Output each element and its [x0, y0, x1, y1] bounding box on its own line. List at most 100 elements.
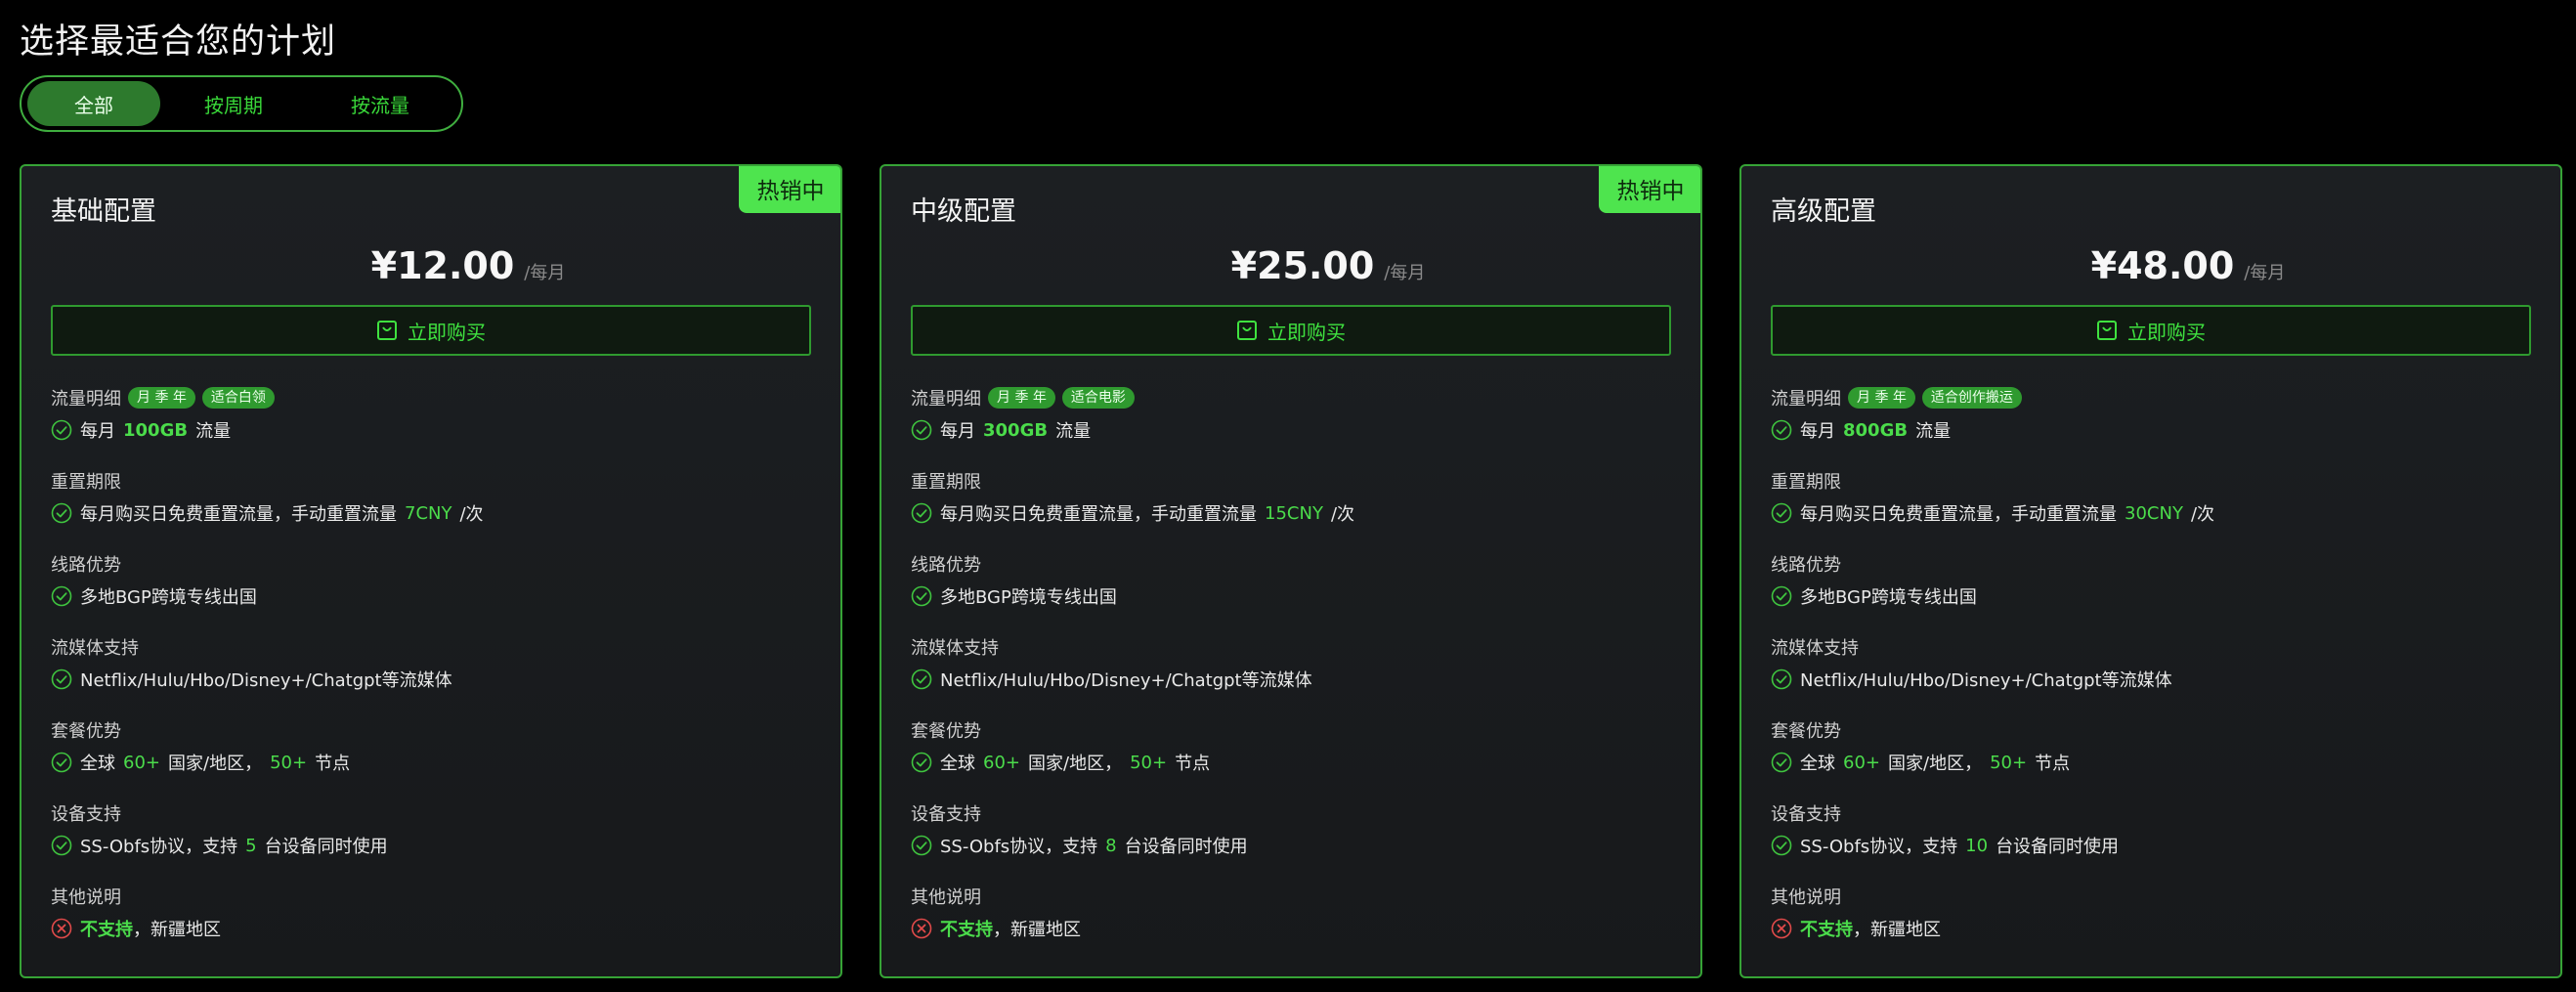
region-count: 60+	[123, 752, 160, 773]
check-circle-icon	[911, 585, 932, 607]
feature-text: ，新疆地区	[993, 920, 1081, 940]
feature-streaming: 流媒体支持 Netflix/Hulu/Hbo/Disney+/Chatgpt等流…	[51, 632, 813, 715]
buy-button[interactable]: 立即购买	[911, 305, 1671, 356]
tab-by-traffic[interactable]: 按流量	[307, 81, 453, 126]
plan-name: 中级配置	[911, 196, 1016, 227]
feature-text: 全球	[80, 754, 115, 774]
feature-traffic: 流量明细 月 季 年 适合白领 每月 100GB 流量	[51, 383, 813, 466]
feature-text: 多地BGP跨境专线出国	[1800, 587, 1977, 608]
check-circle-icon	[51, 752, 72, 773]
feature-route: 线路优势 多地BGP跨境专线出国	[1771, 549, 2533, 632]
feature-text: 台设备同时使用	[1124, 837, 1248, 857]
feature-text: 每月	[1800, 421, 1835, 442]
feature-streaming: 流媒体支持 Netflix/Hulu/Hbo/Disney+/Chatgpt等流…	[1771, 632, 2533, 715]
shopping-bag-icon	[2097, 321, 2117, 340]
feature-other: 其他说明 不支持 ，新疆地区	[911, 882, 1673, 965]
buy-button[interactable]: 立即购买	[1771, 305, 2531, 356]
check-circle-icon	[911, 752, 932, 773]
feature-device: 设备支持 SS-Obfs协议，支持 8 台设备同时使用	[911, 798, 1673, 882]
feature-text: 流量	[1055, 421, 1092, 442]
plan-price: ¥25.00	[1230, 244, 1375, 287]
region-count: 60+	[1843, 752, 1880, 773]
feature-label: 流量明细	[51, 389, 121, 410]
feature-text: ，新疆地区	[133, 920, 221, 940]
feature-reset: 重置期限 每月购买日免费重置流量，手动重置流量 15CNY /次	[911, 466, 1673, 549]
reset-price: 15CNY	[1265, 502, 1323, 524]
plan-filter-tabs: 全部 按周期 按流量	[20, 75, 463, 132]
feature-text: 每月	[80, 421, 115, 442]
feature-label: 其他说明	[1771, 887, 1841, 908]
feature-list: 流量明细 月 季 年 适合电影 每月 300GB 流量 重置期限 每月购买日免费…	[911, 383, 1673, 965]
traffic-amount: 100GB	[123, 419, 189, 441]
not-supported: 不支持	[940, 920, 993, 940]
device-count: 5	[245, 835, 257, 856]
not-supported: 不支持	[80, 920, 133, 940]
feature-package: 套餐优势 全球 60+ 国家/地区， 50+ 节点	[1771, 715, 2533, 798]
feature-label: 设备支持	[1771, 804, 1841, 825]
feature-text: /次	[2190, 504, 2215, 525]
feature-text: 台设备同时使用	[264, 837, 388, 857]
feature-text: 流量	[1915, 421, 1952, 442]
feature-device: 设备支持 SS-Obfs协议，支持 5 台设备同时使用	[51, 798, 813, 882]
use-case-pill: 适合创作搬运	[1921, 387, 2022, 409]
plan-name: 高级配置	[1771, 196, 1876, 227]
node-count: 50+	[1990, 752, 2028, 773]
check-circle-icon	[1771, 669, 1792, 690]
feature-package: 套餐优势 全球 60+ 国家/地区， 50+ 节点	[911, 715, 1673, 798]
feature-text: 国家/地区，	[168, 754, 263, 774]
not-supported: 不支持	[1800, 920, 1853, 940]
feature-reset: 重置期限 每月购买日免费重置流量，手动重置流量 7CNY /次	[51, 466, 813, 549]
region-count: 60+	[983, 752, 1020, 773]
plan-name: 基础配置	[51, 196, 156, 227]
tab-by-period[interactable]: 按周期	[160, 81, 307, 126]
plan-card-0: 热销中 基础配置 ¥12.00 /每月 立即购买 流量明细 月 季 年 适合白领	[20, 164, 842, 978]
feature-text: 多地BGP跨境专线出国	[940, 587, 1117, 608]
plan-card-1: 热销中 中级配置 ¥25.00 /每月 立即购买 流量明细 月 季 年 适合电影	[880, 164, 1702, 978]
feature-text: 多地BGP跨境专线出国	[80, 587, 257, 608]
feature-text: 国家/地区，	[1028, 754, 1123, 774]
check-circle-icon	[1771, 585, 1792, 607]
feature-text: Netflix/Hulu/Hbo/Disney+/Chatgpt等流媒体	[940, 670, 1312, 691]
plan-price: ¥48.00	[2090, 244, 2235, 287]
device-count: 10	[1965, 835, 1989, 856]
check-circle-icon	[51, 835, 72, 856]
check-circle-icon	[1771, 502, 1792, 524]
feature-label: 其他说明	[51, 887, 121, 908]
feature-text: Netflix/Hulu/Hbo/Disney+/Chatgpt等流媒体	[80, 670, 452, 691]
check-circle-icon	[911, 835, 932, 856]
traffic-amount: 300GB	[983, 419, 1049, 441]
price-row: ¥12.00 /每月	[21, 244, 840, 287]
node-count: 50+	[270, 752, 308, 773]
feature-text: 每月购买日免费重置流量，手动重置流量	[80, 504, 397, 525]
feature-text: 流量	[195, 421, 232, 442]
buy-button-label: 立即购买	[408, 320, 486, 344]
period-pill: 月 季 年	[128, 387, 195, 409]
feature-label: 其他说明	[911, 887, 981, 908]
page-title: 选择最适合您的计划	[20, 22, 337, 62]
feature-label: 重置期限	[911, 472, 981, 493]
price-row: ¥25.00 /每月	[881, 244, 1700, 287]
plan-card-2: 高级配置 ¥48.00 /每月 立即购买 流量明细 月 季 年 适合创作搬运 每…	[1739, 164, 2562, 978]
feature-route: 线路优势 多地BGP跨境专线出国	[911, 549, 1673, 632]
price-row: ¥48.00 /每月	[1741, 244, 2560, 287]
buy-button-label: 立即购买	[1267, 320, 1346, 344]
feature-text: /次	[1330, 504, 1355, 525]
buy-button-label: 立即购买	[2127, 320, 2206, 344]
feature-label: 流媒体支持	[51, 638, 139, 659]
buy-button[interactable]: 立即购买	[51, 305, 811, 356]
feature-label: 线路优势	[911, 555, 981, 576]
feature-traffic: 流量明细 月 季 年 适合创作搬运 每月 800GB 流量	[1771, 383, 2533, 466]
shopping-bag-icon	[377, 321, 397, 340]
feature-text: 节点	[2035, 754, 2071, 774]
feature-label: 流媒体支持	[911, 638, 999, 659]
x-circle-icon	[911, 918, 932, 939]
feature-text: SS-Obfs协议，支持	[940, 837, 1098, 857]
feature-label: 设备支持	[911, 804, 981, 825]
reset-price: 30CNY	[2125, 502, 2183, 524]
price-period: /每月	[1384, 263, 1426, 283]
tab-all[interactable]: 全部	[27, 81, 160, 126]
feature-route: 线路优势 多地BGP跨境专线出国	[51, 549, 813, 632]
feature-label: 套餐优势	[911, 721, 981, 742]
feature-text: Netflix/Hulu/Hbo/Disney+/Chatgpt等流媒体	[1800, 670, 2172, 691]
feature-label: 流量明细	[1771, 389, 1841, 410]
